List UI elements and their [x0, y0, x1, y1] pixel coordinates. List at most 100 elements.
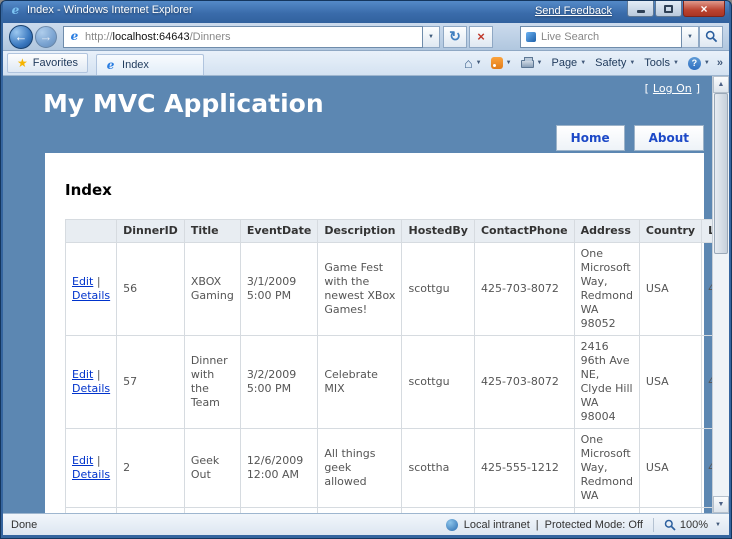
cell-description: Celebrate MIX	[317, 335, 403, 429]
url-host: localhost:64643	[112, 30, 190, 43]
chevron-down-icon: ▼	[428, 33, 434, 40]
safety-menu-label: Safety	[595, 57, 627, 69]
details-link[interactable]: Details	[72, 468, 110, 481]
edit-link[interactable]: Edit	[72, 368, 93, 381]
edit-link[interactable]: Edit	[72, 275, 93, 288]
safety-menu-button[interactable]: Safety ▼	[591, 53, 639, 73]
logon-link[interactable]: Log On	[653, 82, 692, 95]
cell-title: XBOX Gaming	[183, 242, 241, 336]
maximize-icon	[664, 4, 673, 13]
header-actions	[64, 219, 118, 243]
cell-address: One Microsoft Way, Redmond WA	[573, 507, 640, 513]
close-button[interactable]: ×	[683, 1, 725, 17]
favorites-button[interactable]: ★ Favorites	[7, 53, 89, 73]
cell-dinner-id: 1	[116, 507, 185, 513]
cell-latitude: 47.63	[701, 335, 712, 429]
window-controls: ×	[626, 1, 725, 17]
nav-tab-about[interactable]: About	[633, 125, 704, 151]
back-button[interactable]: ←	[9, 24, 33, 49]
page-menu-button[interactable]: Page ▼	[547, 53, 590, 73]
table-row: Edit | Details 56 XBOX Gaming 3/1/2009 5…	[64, 242, 712, 336]
cell-title: .NET Futures	[183, 507, 241, 513]
refresh-icon: ↻	[449, 28, 461, 44]
table-row: Edit | Details 2 Geek Out 12/6/2009 12:0…	[64, 428, 712, 508]
cell-event-date: 12/6/2009 12:00 AM	[239, 428, 319, 508]
cell-contact-phone: 425-555-1212	[473, 428, 575, 508]
cell-hosted-by: scottgu	[401, 242, 475, 336]
scrollbar-track[interactable]	[713, 93, 729, 496]
cell-title: Dinner with the Team	[183, 335, 241, 429]
status-right: Local intranet | Protected Mode: Off 100…	[445, 517, 721, 532]
refresh-button[interactable]: ↻	[443, 25, 467, 48]
home-icon: ⌂	[464, 55, 473, 71]
header-dinnerid: DinnerID	[116, 219, 185, 243]
site-header: My MVC Application [Log On] Home About	[43, 76, 704, 153]
zone-label: Local intranet	[463, 518, 530, 531]
cell-contact-phone: 425-703-8072	[473, 335, 575, 429]
address-dropdown-button[interactable]: ▼	[423, 25, 440, 48]
link-separator: |	[96, 454, 101, 467]
stop-button[interactable]: ×	[469, 25, 493, 48]
chevron-down-icon: ▼	[715, 521, 721, 528]
minimize-button[interactable]	[627, 1, 654, 17]
zoom-magnifier-icon	[664, 519, 676, 531]
row-actions: Edit | Details	[64, 242, 118, 336]
vertical-scrollbar[interactable]: ▲ ▼	[712, 76, 729, 513]
table-row: Edit | Details 57 Dinner with the Team 3…	[64, 335, 712, 429]
details-link[interactable]: Details	[72, 289, 110, 302]
scrollbar-thumb[interactable]	[714, 93, 728, 255]
page-title: My MVC Application	[43, 89, 324, 118]
chevron-down-icon: ▼	[505, 60, 512, 66]
cell-address: One Microsoft Way, Redmond WA	[573, 428, 640, 508]
header-eventdate: EventDate	[239, 219, 319, 243]
print-button[interactable]: ▼	[517, 53, 547, 73]
search-go-button[interactable]	[699, 25, 723, 48]
table-header-row: DinnerID Title EventDate Description Hos…	[64, 219, 712, 243]
toolbar-overflow-button[interactable]: »	[715, 57, 725, 69]
cell-contact-phone: 425-703-8072	[473, 242, 575, 336]
zone-separator: |	[535, 518, 539, 531]
logon-area: [Log On]	[645, 82, 700, 95]
index-heading: Index	[65, 181, 112, 199]
link-separator: |	[96, 275, 101, 288]
cell-country: USA	[638, 428, 703, 508]
nav-tab-home[interactable]: Home	[555, 125, 625, 151]
scroll-up-icon: ▲	[717, 81, 725, 88]
details-link[interactable]: Details	[72, 382, 110, 395]
cell-latitude: 47.64	[701, 242, 712, 336]
search-dropdown-button[interactable]: ▼	[682, 25, 699, 48]
url-path: /Dinners	[189, 30, 231, 43]
logon-bracket-open: [	[644, 82, 649, 95]
cell-country: USA	[638, 335, 703, 429]
web-page: My MVC Application [Log On] Home About I…	[3, 76, 712, 513]
send-feedback-link[interactable]: Send Feedback	[535, 5, 612, 17]
search-input[interactable]: Live Search	[520, 25, 682, 48]
tab-index[interactable]: e Index	[96, 54, 205, 75]
edit-link[interactable]: Edit	[72, 454, 93, 467]
chevron-down-icon: ▼	[687, 33, 693, 40]
cell-latitude: 47.64	[701, 428, 712, 508]
status-divider	[652, 517, 654, 532]
forward-button[interactable]: →	[35, 25, 57, 48]
scroll-down-icon: ▼	[717, 501, 725, 508]
address-input[interactable]: e http://localhost:64643/Dinners	[63, 25, 423, 48]
zoom-button[interactable]: 100% ▼	[664, 519, 721, 531]
site-nav: Home About	[555, 125, 704, 151]
chevron-down-icon: ▼	[536, 60, 543, 66]
address-bar: ← → e http://localhost:64643/Dinners ▼ ↻…	[3, 23, 729, 51]
feeds-button[interactable]: ▼	[487, 53, 516, 73]
cell-hosted-by: scottha	[401, 428, 475, 508]
live-search-icon	[526, 31, 536, 42]
row-actions: Edit | Details	[64, 335, 118, 429]
feeds-icon	[490, 57, 503, 69]
tools-menu-button[interactable]: Tools ▼	[640, 53, 683, 73]
url-scheme: http://	[85, 30, 113, 43]
scroll-down-button[interactable]: ▼	[713, 496, 729, 513]
row-actions: Edit | Details	[64, 507, 118, 513]
help-button[interactable]: ? ▼	[684, 53, 714, 73]
window-title: Index - Windows Internet Explorer	[27, 4, 193, 16]
scroll-up-button[interactable]: ▲	[713, 76, 729, 93]
home-button[interactable]: ⌂ ▼	[460, 53, 485, 73]
maximize-button[interactable]	[655, 1, 682, 17]
cell-address: One Microsoft Way, Redmond WA 98052	[573, 242, 640, 336]
